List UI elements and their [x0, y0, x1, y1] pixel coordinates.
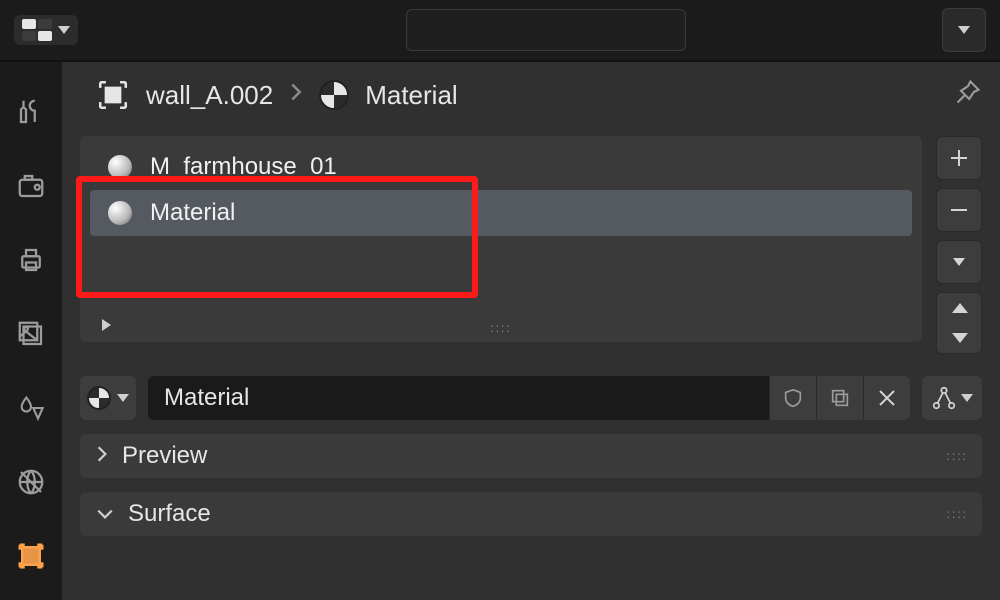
drag-handle-icon[interactable]	[490, 312, 511, 338]
chevron-down-icon	[953, 258, 965, 266]
section-title: Preview	[122, 442, 207, 470]
tab-world[interactable]	[11, 462, 51, 502]
properties-panel: wall_A.002 Material M_farmhouse_01 Mater…	[62, 62, 1000, 600]
image-stack-icon	[16, 319, 46, 349]
material-slot-0[interactable]: M_farmhouse_01	[90, 144, 912, 190]
drag-handle-icon[interactable]: ::::	[947, 449, 968, 463]
triangle-down-icon	[952, 333, 968, 343]
shield-icon	[782, 387, 804, 409]
screwdriver-wrench-icon	[16, 97, 46, 127]
chevron-down-icon	[961, 394, 973, 402]
unlink-material-button[interactable]	[863, 376, 910, 420]
material-preview-icon	[108, 201, 132, 225]
chevron-down-icon	[96, 504, 114, 525]
editor-type-dropdown[interactable]	[14, 15, 78, 45]
tab-render[interactable]	[11, 166, 51, 206]
section-title: Surface	[128, 500, 211, 528]
tab-scene[interactable]	[11, 388, 51, 428]
minus-icon	[949, 200, 969, 220]
copy-icon	[829, 387, 851, 409]
section-surface[interactable]: Surface ::::	[80, 492, 982, 536]
globe-icon	[16, 467, 46, 497]
material-slot-label: M_farmhouse_01	[150, 153, 337, 181]
tab-viewlayer[interactable]	[11, 314, 51, 354]
search-input[interactable]	[425, 18, 694, 43]
material-slot-label: Material	[150, 199, 235, 227]
breadcrumb-separator	[289, 82, 303, 108]
chevron-down-icon	[117, 394, 129, 402]
pin-icon	[954, 78, 982, 106]
material-datablock-row	[80, 376, 982, 420]
slot-ops	[936, 136, 982, 354]
tab-output[interactable]	[11, 240, 51, 280]
pin-button[interactable]	[954, 78, 982, 112]
slot-list-footer	[80, 308, 922, 342]
chevron-right-icon	[96, 445, 108, 468]
slot-specials-dropdown[interactable]	[936, 240, 982, 284]
move-slot-up-button[interactable]	[937, 293, 982, 323]
breadcrumb-object[interactable]: wall_A.002	[146, 80, 273, 111]
material-name-input[interactable]	[148, 376, 769, 420]
properties-tabs	[0, 62, 62, 600]
material-icon	[87, 386, 111, 410]
close-icon	[877, 388, 897, 408]
drag-handle-icon[interactable]: ::::	[947, 507, 968, 521]
search-field[interactable]	[406, 9, 686, 51]
printer-icon	[16, 245, 46, 275]
breadcrumb-material[interactable]: Material	[365, 80, 457, 111]
material-slot-list: M_farmhouse_01 Material	[80, 136, 922, 342]
chevron-down-icon	[958, 26, 970, 34]
object-icon	[96, 78, 130, 112]
options-dropdown[interactable]	[942, 8, 986, 52]
properties-editor-icon	[22, 19, 52, 41]
chevron-down-icon	[58, 26, 70, 34]
material-name-field-wrap	[148, 376, 910, 420]
duplicate-material-button[interactable]	[816, 376, 863, 420]
browse-material-dropdown[interactable]	[80, 376, 136, 420]
nodetree-icon	[931, 385, 957, 411]
nodetree-dropdown[interactable]	[922, 376, 982, 420]
section-preview[interactable]: Preview ::::	[80, 434, 982, 478]
plus-icon	[949, 148, 969, 168]
square-selected-icon	[16, 541, 46, 571]
triangle-up-icon	[952, 303, 968, 313]
slot-move-buttons	[936, 292, 982, 354]
fake-user-button[interactable]	[769, 376, 816, 420]
material-preview-icon	[108, 155, 132, 179]
tab-object[interactable]	[11, 536, 51, 576]
camera-back-icon	[16, 171, 46, 201]
add-slot-button[interactable]	[936, 136, 982, 180]
droplet-cone-icon	[17, 394, 45, 422]
remove-slot-button[interactable]	[936, 188, 982, 232]
material-slot-1[interactable]: Material	[90, 190, 912, 236]
tab-tool[interactable]	[11, 92, 51, 132]
material-icon	[319, 80, 349, 110]
breadcrumb: wall_A.002 Material	[80, 78, 982, 112]
top-bar	[0, 0, 1000, 62]
move-slot-down-button[interactable]	[937, 323, 982, 353]
expand-list-icon[interactable]	[102, 319, 111, 331]
